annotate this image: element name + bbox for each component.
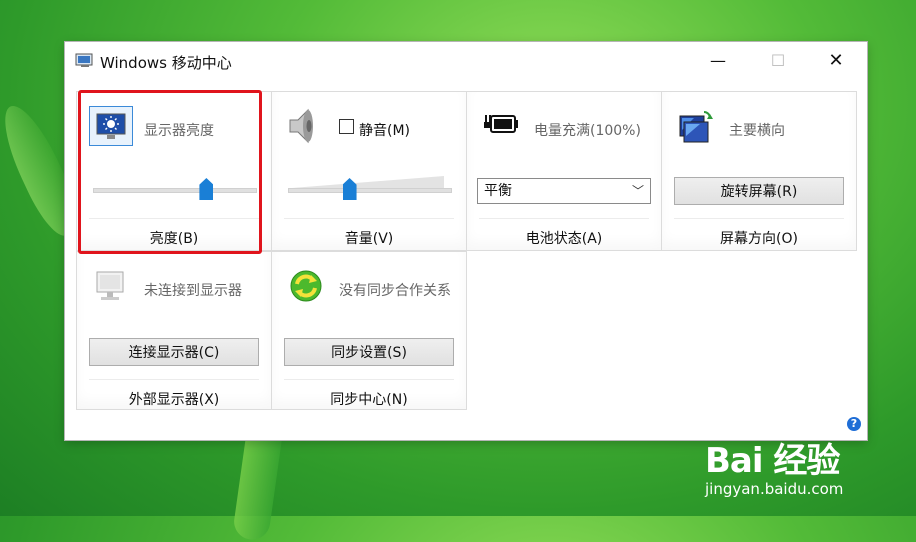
sync-center-tile: 没有同步合作关系 同步设置(S) 同步中心(N) — [271, 251, 467, 410]
volume-slider-track[interactable] — [288, 188, 452, 193]
volume-tile: 静音(M) 音量(V) — [271, 91, 467, 251]
power-plan-select[interactable]: 平衡 ﹀ — [477, 178, 651, 204]
orientation-tile: 主要横向 旋转屏幕(R) 屏幕方向(O) — [661, 91, 857, 251]
sync-label: 同步中心(N) — [284, 379, 454, 409]
connect-display-button[interactable]: 连接显示器(C) — [89, 338, 259, 366]
help-icon[interactable]: ? — [847, 417, 861, 431]
battery-label: 电池状态(A) — [479, 218, 649, 248]
volume-level-wedge — [292, 176, 444, 188]
minimize-button[interactable]: — — [695, 42, 741, 80]
close-button[interactable]: ✕ — [813, 42, 859, 80]
sync-settings-button[interactable]: 同步设置(S) — [284, 338, 454, 366]
mobility-center-icon — [75, 53, 93, 67]
maximize-button[interactable]: ☐ — [755, 42, 801, 80]
display-heading: 未连接到显示器 — [144, 283, 242, 299]
sync-heading: 没有同步合作关系 — [339, 283, 451, 299]
display-label: 外部显示器(X) — [89, 379, 259, 409]
volume-slider-thumb[interactable] — [342, 178, 357, 200]
sync-icon[interactable] — [284, 266, 328, 306]
baidu-watermark: Bai 经验 jingyan.baidu.com — [705, 433, 843, 498]
external-display-tile: 未连接到显示器 连接显示器(C) 外部显示器(X) — [76, 251, 272, 410]
mute-label: 静音(M) — [359, 123, 411, 139]
screen-rotation-icon[interactable] — [674, 106, 718, 146]
power-plan-value: 平衡 — [484, 183, 512, 199]
volume-label: 音量(V) — [284, 218, 454, 248]
window-title: Windows 移动中心 — [100, 54, 232, 72]
watermark-url: jingyan.baidu.com — [705, 480, 844, 498]
title-bar: Windows 移动中心 — ☐ ✕ — [65, 42, 867, 80]
rotate-screen-button[interactable]: 旋转屏幕(R) — [674, 177, 844, 205]
battery-icon[interactable] — [479, 106, 523, 146]
battery-tile: 电量充满(100%) 平衡 ﹀ 电池状态(A) — [466, 91, 662, 251]
baidu-logo: Bai 经验 — [705, 441, 840, 481]
chevron-down-icon: ﹀ — [631, 184, 644, 198]
battery-heading: 电量充满(100%) — [534, 123, 641, 139]
mute-checkbox[interactable] — [339, 119, 354, 134]
speaker-icon[interactable] — [284, 106, 328, 146]
highlight-box — [78, 90, 262, 254]
orientation-heading: 主要横向 — [729, 123, 785, 139]
monitor-icon[interactable] — [89, 266, 133, 306]
orientation-label: 屏幕方向(O) — [674, 218, 844, 248]
